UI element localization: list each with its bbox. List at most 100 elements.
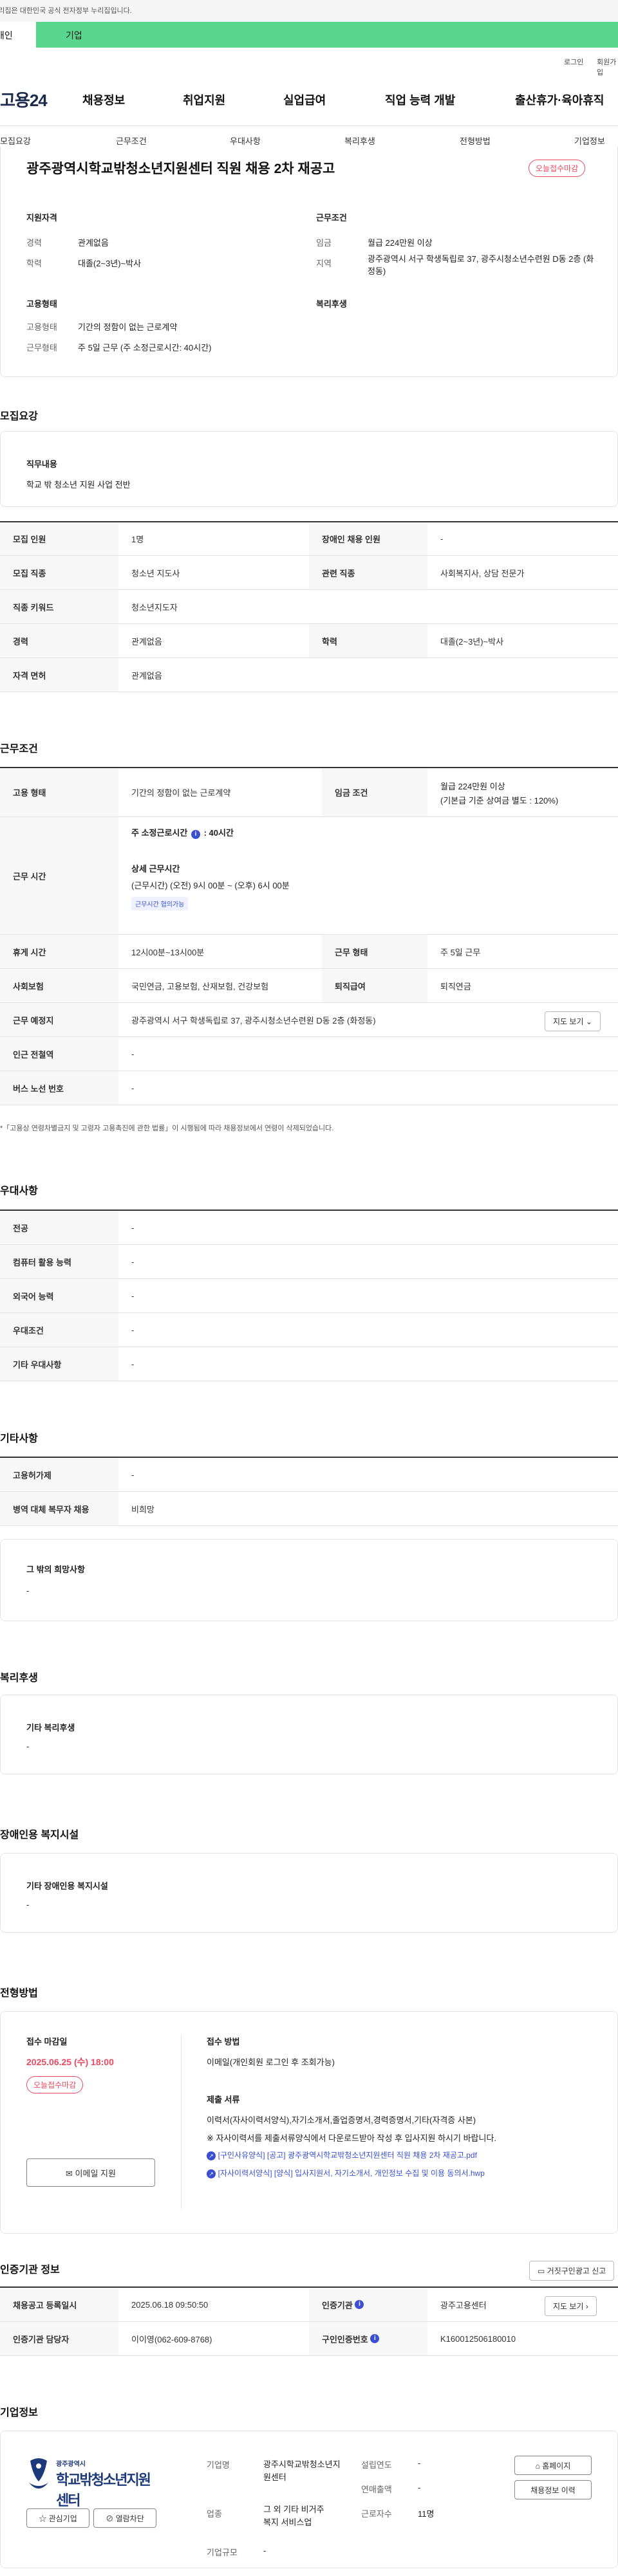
disabled-section-title: 장애인용 복지시설 [0,1830,79,1841]
table-header: 전공 [0,1211,118,1244]
disabled-label: 기타 장애인용 복지시설 [26,1881,108,1891]
etc-table: 고용허가제 - 병역 대체 복무자 채용 비희망 [0,1457,618,1526]
etc-section-title: 기타사항 [0,1433,38,1444]
education-value: 대졸(2~3년)~박사 [78,259,142,268]
etype-value: 기간의 정함이 없는 근로계약 [78,322,178,332]
table-cell: 사회복지사, 상담 전문가 [440,568,525,578]
revenue-value: - [418,2483,421,2492]
deadline-today-badge: 오늘접수마감 [529,160,586,177]
recruit-section-title: 모집요강 [0,411,38,422]
deadline-today-badge: 오늘접수마감 [26,2076,84,2093]
anchor-apply[interactable]: 전형방법 [460,134,491,147]
standard-hours-label: 주 소정근로시간 [131,828,188,838]
info-icon[interactable]: i [370,2334,380,2343]
industry-value: 그 외 기타 비거주 복지 서비스업 [263,2505,324,2527]
table-header: 기타 우대사항 [0,1347,118,1381]
table-cell: 관계없음 [131,636,162,647]
cert-table: 채용공고 등록일시 2025.06.18 09:50:50 인증기관 i 광주고… [0,2286,618,2356]
table-row: 자격 면허 관계없음 [0,658,618,692]
employees-label: 근로자수 [361,2509,392,2519]
home-icon: ⌂ [535,2461,540,2470]
table-cell: - [131,1291,135,1301]
work-section-title: 근무조건 [0,744,38,755]
table-cell: 광주광역시 서구 학생독립로 37, 광주시청소년수련원 D동 2층 (화정동) [131,1015,376,1026]
detail-hours-value: (근무시간) (오전) 9시 00분 ~ (오후) 6시 00분 [131,881,290,890]
region-label: 지역 [316,259,332,268]
table-cell: 이이영(062-609-8768) [131,2334,212,2344]
table-header: 고용허가제 [0,1458,118,1491]
table-row: 전공 - [0,1211,618,1245]
table-cell: - [131,1222,135,1233]
gnb-skills-development[interactable]: 직업 능력 개발 [385,91,455,108]
preference-section-title: 우대사항 [0,1186,38,1197]
homepage-button[interactable]: ⌂ 홈페이지 [514,2456,592,2475]
other-wishes-label: 그 밖의 희망사항 [26,1565,85,1574]
favorite-company-button[interactable]: ☆ 관심기업 [26,2508,89,2528]
table-header: 고용 형태 [0,768,118,816]
site-logo[interactable]: 고용24 [0,87,48,111]
gnb-jobs[interactable]: 채용정보 [82,91,125,108]
tab-personal[interactable]: 개인 [0,22,36,48]
logo-small-text: 광주광역시 [56,2461,86,2468]
company-section-title: 기업정보 [0,2407,38,2418]
star-icon: ☆ [39,2514,47,2523]
welfare-label: 기타 복리후생 [26,1723,75,1733]
info-icon[interactable]: i [355,2300,364,2309]
email-apply-button[interactable]: ✉ 이메일 지원 [26,2158,155,2187]
gnb-employment-support[interactable]: 취업지원 [183,91,225,108]
block-company-button[interactable]: ⊘ 열람차단 [93,2508,156,2528]
gnb-unemployment-benefit[interactable]: 실업급여 [283,91,326,108]
anchor-recruit[interactable]: 모집요강 [0,134,31,147]
wage-value: 월급 224만원 이상 [368,238,433,248]
table-cell: 1명 [131,535,144,544]
chevron-right-icon: › [585,2302,588,2311]
table-cell: - [131,1359,135,1369]
table-header: 관련 직종 [309,556,427,589]
gnb-parental-leave[interactable]: 출산휴가·육아휴직 [515,91,604,108]
recruit-table: 모집 인원 1명 장애인 채용 인원 - 모집 직종 청소년 지도사 관련 직종… [0,521,618,692]
table-cell: 국민연금, 고용보험, 산재보험, 건강보험 [131,981,269,991]
login-link[interactable]: 로그인 [564,57,583,67]
table-header: 모집 인원 [0,522,118,555]
qualification-heading: 지원자격 [26,213,57,223]
anchor-work[interactable]: 근무조건 [116,134,147,147]
apply-card: 접수 마감일 2025.06.25 (수) 18:00 오늘접수마감 ✉ 이메일… [0,2011,618,2234]
table-row: 기타 우대사항 - [0,1347,618,1381]
table-row: 인근 전철역 - [0,1037,618,1071]
map-view-button[interactable]: 지도 보기 ⌄ [545,1011,601,1031]
info-icon[interactable]: i [191,830,200,839]
link-icon: ↗ [207,2169,216,2178]
gov-notice-text: 이 누리집은 대한민국 공식 전자정부 누리집입니다. [0,7,132,15]
table-cell: K160012506180010 [440,2333,516,2344]
table-header: 모집 직종 [0,556,118,589]
anchor-welfare[interactable]: 복리후생 [344,134,375,147]
region-value: 광주광역시 서구 학생독립로 37, 광주시청소년수련원 D동 2층 (화정동) [368,254,594,276]
revenue-label: 연매출액 [361,2485,392,2494]
job-history-button[interactable]: 채용정보 이력 [514,2480,592,2499]
block-icon: ⊘ [106,2514,114,2523]
table-row: 휴게 시간 12시00분~13시00분 근무 형태 주 5일 근무 [0,935,618,969]
join-link[interactable]: 회원가입 [597,57,618,77]
table-header: 장애인 채용 인원 [309,522,427,555]
tab-company[interactable]: 기업 [36,22,618,48]
attachment-link[interactable]: ↗ [자사이력서양식] [양식] 입사지원서, 자기소개서, 개인정보 수집 및… [207,2167,485,2178]
company-name-value: 광주시학교밖청소년지원센터 [263,2460,341,2482]
gov-notice-bar: 이 누리집은 대한민국 공식 전자정부 누리집입니다. [0,0,618,22]
employees-value: 11명 [418,2509,435,2519]
standard-hours-value: : 40시간 [203,828,234,838]
map-view-button[interactable]: 지도 보기 › [545,2296,597,2316]
anchor-preference[interactable]: 우대사항 [230,134,261,147]
table-header: 우대조건 [0,1313,118,1347]
table-header: 학력 [309,624,427,658]
docs-note: ※ 자사이력서를 제출서류양식에서 다운로드받아 작성 후 입사지원 하시기 바… [207,2133,497,2143]
table-row: 병역 대체 복무자 채용 비희망 [0,1492,618,1526]
anchor-company[interactable]: 기업정보 [574,134,605,147]
attachment-link[interactable]: ↗ [구인사유양식] [공고] 광주광역시학교밖청소년지원센터 직원 채용 2차… [207,2149,477,2160]
report-fake-ad-button[interactable]: ▭ 거짓구인광고 신고 [529,2261,615,2281]
company-card: 광주광역시 학교밖청소년지원센터 ☆ 관심기업 ⊘ 열람차단 기업명 광주시학교… [0,2431,618,2568]
disabled-value: - [26,1900,30,1909]
table-row: 채용공고 등록일시 2025.06.18 09:50:50 인증기관 i 광주고… [0,2288,618,2322]
member-type-tabs: 개인 기업 [0,22,618,48]
table-header: 경력 [0,624,118,658]
industry-label: 업종 [207,2509,222,2519]
